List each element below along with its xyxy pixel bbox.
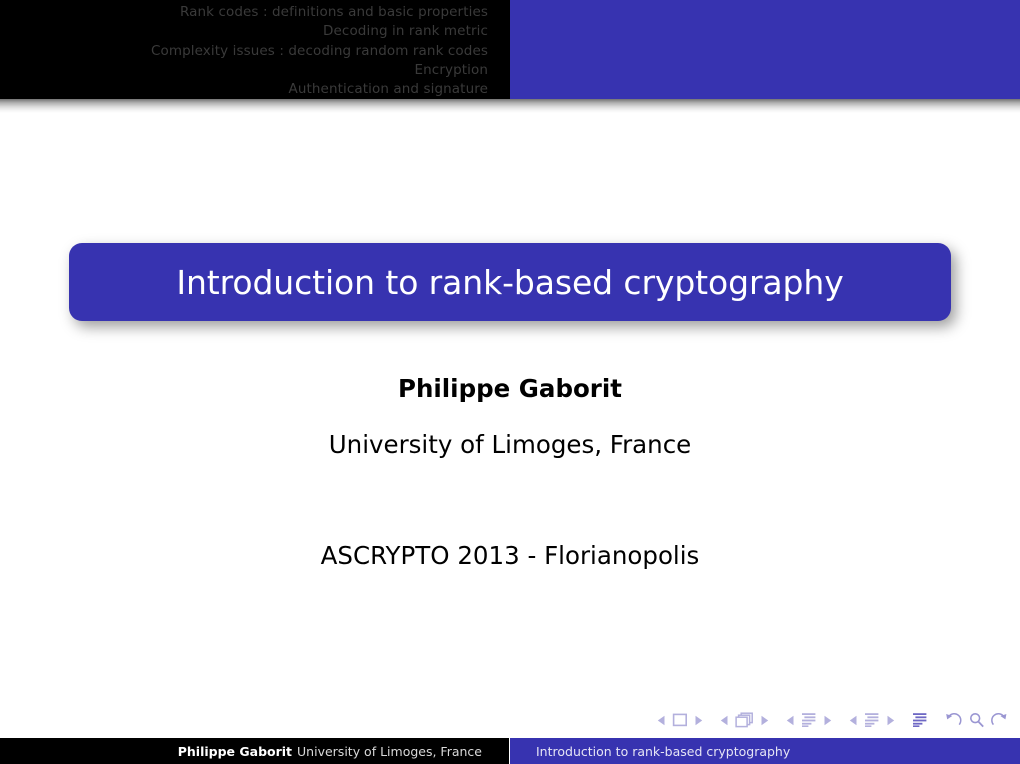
author-affiliation: University of Limoges, France [328, 430, 692, 459]
page-title: Introduction to rank-based cryptography [176, 262, 844, 302]
footer-affiliation: University of Limoges, France [297, 743, 482, 759]
frame-navigation-group [720, 712, 769, 728]
top-navigation-bar: Rank codes : definitions and basic prope… [0, 0, 1020, 99]
venue-line: ASCRYPTO 2013 - Florianopolis [320, 541, 700, 570]
beamer-navigation-symbols [657, 707, 1008, 733]
prev-frame-icon[interactable] [720, 715, 729, 726]
document-navigation-group [912, 712, 928, 728]
footer-author-section: Philippe Gaborit University of Limoges, … [0, 738, 509, 764]
current-section-icon[interactable] [864, 712, 880, 728]
author-name: Philippe Gaborit [397, 374, 623, 403]
footer-title: Introduction to rank-based cryptography [536, 743, 791, 759]
back-icon[interactable] [945, 712, 962, 728]
section-nav-list: Rank codes : definitions and basic prope… [0, 0, 509, 99]
next-frame-icon[interactable] [760, 715, 769, 726]
section-nav-item-4[interactable]: Authentication and signature [289, 80, 488, 99]
next-subsection-icon[interactable] [823, 715, 832, 726]
prev-subsection-icon[interactable] [786, 715, 795, 726]
current-slide-icon[interactable] [672, 713, 688, 727]
prev-slide-icon[interactable] [657, 715, 666, 726]
footer-bar: Philippe Gaborit University of Limoges, … [0, 738, 1020, 764]
header-drop-shadow [0, 99, 1020, 113]
next-slide-icon[interactable] [694, 715, 703, 726]
history-navigation-group [945, 712, 1008, 728]
next-section-icon[interactable] [886, 715, 895, 726]
section-nav-item-0[interactable]: Rank codes : definitions and basic prope… [180, 3, 488, 22]
prev-section-icon[interactable] [849, 715, 858, 726]
slide-navigation-group [657, 713, 703, 727]
forward-icon[interactable] [991, 712, 1008, 728]
section-nav-item-1[interactable]: Decoding in rank metric [323, 22, 488, 41]
footer-title-section: Introduction to rank-based cryptography [510, 738, 1020, 764]
title-block-panel: Introduction to rank-based cryptography [69, 243, 951, 321]
section-nav-item-2[interactable]: Complexity issues : decoding random rank… [151, 42, 488, 61]
section-nav-item-3[interactable]: Encryption [415, 61, 488, 80]
title-block: Introduction to rank-based cryptography [69, 243, 956, 327]
document-contents-icon[interactable] [912, 712, 928, 728]
subsection-navigation-group [786, 712, 832, 728]
current-subsection-icon[interactable] [801, 712, 817, 728]
footer-author: Philippe Gaborit [177, 743, 293, 759]
current-frame-icon[interactable] [735, 712, 754, 728]
section-navigation-group [849, 712, 895, 728]
top-navigation-accent-panel [510, 0, 1020, 99]
search-icon[interactable] [968, 712, 985, 728]
